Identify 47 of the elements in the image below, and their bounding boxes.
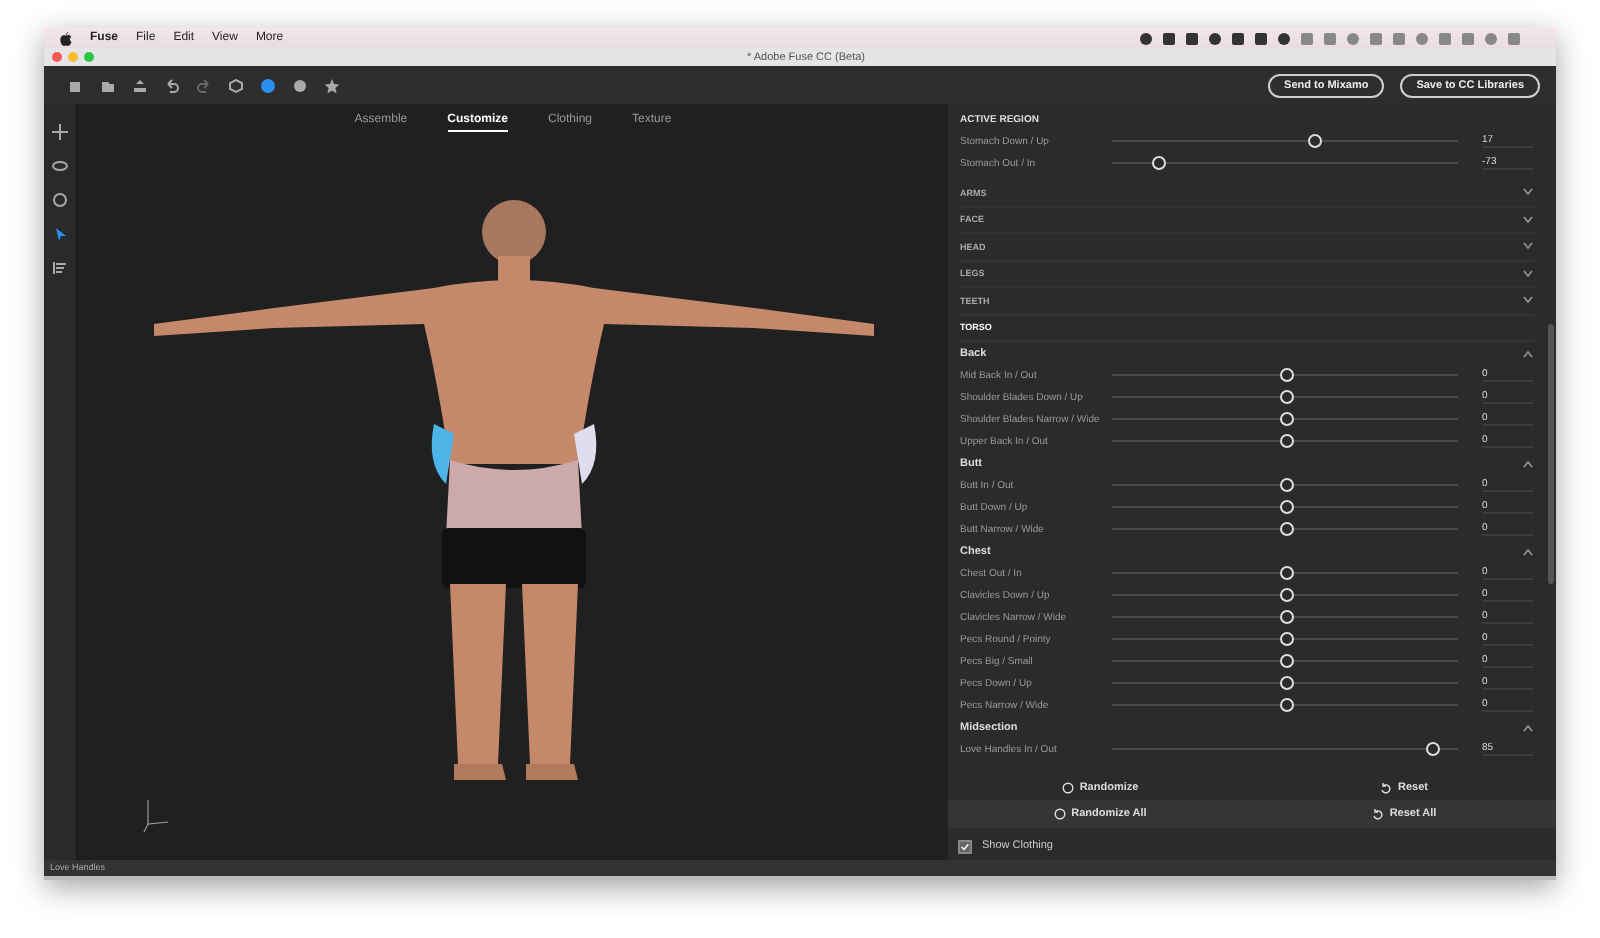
folder-icon[interactable] bbox=[100, 77, 116, 93]
chevron-down-icon[interactable] bbox=[1522, 188, 1534, 197]
chevron-up-icon[interactable] bbox=[1522, 349, 1534, 357]
shaded-sphere-icon[interactable] bbox=[292, 77, 308, 93]
slider-thumb[interactable] bbox=[1279, 676, 1293, 690]
slider-thumb[interactable] bbox=[1279, 566, 1293, 580]
star-icon[interactable] bbox=[324, 77, 340, 93]
slider-thumb[interactable] bbox=[1279, 698, 1293, 712]
slider-thumb[interactable] bbox=[1279, 368, 1293, 382]
close-button[interactable] bbox=[52, 52, 62, 62]
target-icon[interactable] bbox=[52, 192, 68, 208]
slider-thumb[interactable] bbox=[1279, 588, 1293, 602]
randomize-icon bbox=[1053, 808, 1066, 820]
chevron-up-icon[interactable] bbox=[1522, 547, 1534, 555]
slider-thumb[interactable] bbox=[1152, 156, 1167, 170]
slider-thumb[interactable] bbox=[1426, 742, 1441, 756]
undo-icon[interactable] bbox=[164, 77, 180, 93]
cube-icon[interactable] bbox=[228, 77, 244, 93]
reset-icon bbox=[1371, 808, 1384, 820]
slider-thumb[interactable] bbox=[1279, 654, 1293, 668]
slider-thumb[interactable] bbox=[1279, 522, 1293, 536]
pointer-icon[interactable] bbox=[52, 226, 68, 242]
checkmark-icon bbox=[960, 841, 970, 851]
redo-icon[interactable] bbox=[196, 77, 212, 93]
chevron-down-icon[interactable] bbox=[1522, 242, 1534, 251]
chevron-up-icon[interactable] bbox=[1522, 459, 1534, 467]
export-icon[interactable] bbox=[132, 77, 148, 93]
reset-icon bbox=[1380, 782, 1392, 794]
chevron-down-icon[interactable] bbox=[1522, 296, 1534, 305]
move-icon[interactable] bbox=[52, 124, 68, 140]
slider-thumb[interactable] bbox=[1279, 500, 1293, 514]
slider-thumb[interactable] bbox=[1308, 134, 1323, 148]
chevron-down-icon[interactable] bbox=[1522, 269, 1534, 278]
slider-thumb[interactable] bbox=[1279, 412, 1293, 426]
apple-logo-icon[interactable] bbox=[60, 31, 72, 45]
randomize-icon bbox=[1061, 782, 1074, 794]
slider-thumb[interactable] bbox=[1279, 434, 1293, 448]
slider-thumb[interactable] bbox=[1279, 610, 1293, 624]
slider-thumb[interactable] bbox=[1279, 632, 1293, 646]
slider-thumb[interactable] bbox=[1279, 478, 1293, 492]
sphere-icon[interactable] bbox=[260, 77, 276, 93]
checkbox[interactable] bbox=[958, 839, 972, 853]
scrollbar[interactable] bbox=[1548, 324, 1554, 584]
align-icon[interactable] bbox=[52, 260, 68, 276]
chevron-down-icon[interactable] bbox=[1522, 215, 1534, 224]
chevron-up-icon[interactable] bbox=[1522, 723, 1534, 731]
slider-thumb[interactable] bbox=[1279, 390, 1293, 404]
